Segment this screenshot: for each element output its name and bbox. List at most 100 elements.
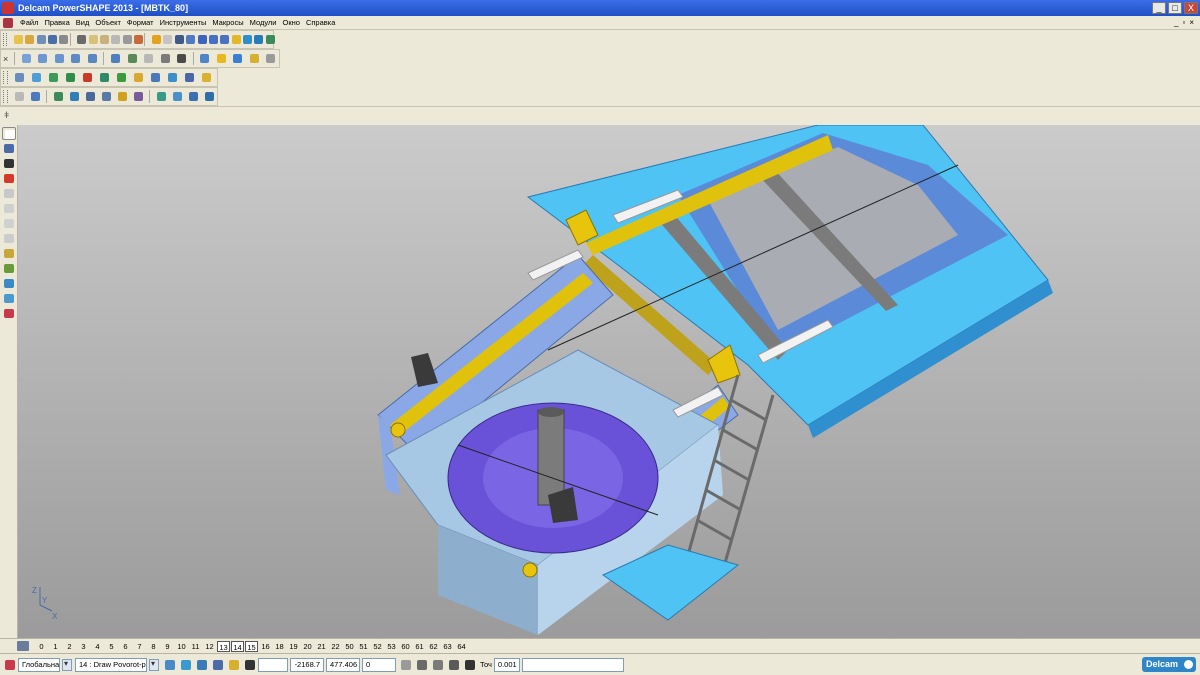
- arrow-select-icon[interactable]: [2, 127, 16, 140]
- redo-icon[interactable]: [160, 32, 173, 47]
- feature-boss-icon[interactable]: [28, 89, 42, 104]
- copy-icon[interactable]: [86, 32, 99, 47]
- model-compare-icon[interactable]: [2, 307, 16, 320]
- level-button[interactable]: 22: [329, 641, 342, 652]
- coord-x-field[interactable]: -2168.7: [290, 657, 324, 672]
- solid-sweep-icon[interactable]: [131, 70, 146, 85]
- solid-sphere-icon[interactable]: [63, 70, 78, 85]
- document-icon[interactable]: [3, 17, 13, 28]
- workplane-icon[interactable]: [3, 658, 17, 672]
- doc-minimize-button[interactable]: _: [1174, 18, 1178, 27]
- tolerance-field[interactable]: 0.001: [493, 657, 520, 672]
- level-button[interactable]: 63: [441, 641, 454, 652]
- tolerance-icon[interactable]: [463, 658, 477, 672]
- view-front-icon[interactable]: [35, 51, 49, 66]
- solid-fillet-icon[interactable]: [165, 70, 180, 85]
- print-icon[interactable]: [56, 32, 69, 47]
- zoom-fit-icon[interactable]: [158, 51, 172, 66]
- level-button[interactable]: 19: [287, 641, 300, 652]
- coord-z-field[interactable]: 0: [362, 657, 396, 672]
- snap-point-icon[interactable]: [179, 658, 193, 672]
- view-top-icon[interactable]: [19, 51, 33, 66]
- view-iso2-icon[interactable]: [85, 51, 99, 66]
- draw-icon[interactable]: [183, 32, 196, 47]
- pan-icon[interactable]: [174, 51, 188, 66]
- circle-icon[interactable]: [206, 32, 219, 47]
- cut-icon[interactable]: [74, 32, 87, 47]
- rotate-icon[interactable]: [108, 51, 122, 66]
- warning-icon[interactable]: [2, 172, 16, 185]
- paste-icon[interactable]: [97, 32, 110, 47]
- component-icon[interactable]: [2, 292, 16, 305]
- level-button[interactable]: 1: [49, 641, 62, 652]
- arc-icon[interactable]: [217, 32, 230, 47]
- solid-shell-icon[interactable]: [199, 70, 214, 85]
- save-icon[interactable]: [34, 32, 47, 47]
- snap-solid-icon[interactable]: [211, 658, 225, 672]
- menu-macros[interactable]: Макросы: [209, 18, 246, 27]
- position-icon[interactable]: [415, 658, 429, 672]
- level-button[interactable]: 18: [273, 641, 286, 652]
- input-mode-field[interactable]: [258, 657, 288, 672]
- level-button[interactable]: 50: [343, 641, 356, 652]
- polar-icon[interactable]: [447, 658, 461, 672]
- curve-icon[interactable]: [2, 187, 16, 200]
- calculator-icon[interactable]: [399, 658, 413, 672]
- delete-icon[interactable]: [120, 32, 133, 47]
- toolbar-grip[interactable]: [3, 71, 8, 84]
- undo-icon[interactable]: [149, 32, 162, 47]
- doc-close-button[interactable]: ×: [1189, 18, 1194, 27]
- feature-draft-icon[interactable]: [131, 89, 145, 104]
- feature-offset-icon[interactable]: [170, 89, 184, 104]
- draw-level-select[interactable]: 14 : Draw Povorot-pl: [75, 657, 147, 672]
- hand-icon[interactable]: [263, 51, 277, 66]
- menu-modules[interactable]: Модули: [247, 18, 280, 27]
- surface-disabled-icon[interactable]: [2, 217, 16, 230]
- toolbar-grip[interactable]: [3, 33, 7, 46]
- solid-cone-icon[interactable]: [46, 70, 61, 85]
- level-button[interactable]: 7: [133, 641, 146, 652]
- feature-pocket-icon[interactable]: [51, 89, 65, 104]
- level-button[interactable]: 14: [231, 640, 244, 652]
- solid-icon[interactable]: [251, 32, 264, 47]
- graphics-viewport[interactable]: Z Y X: [18, 125, 1200, 638]
- open-icon[interactable]: [22, 32, 35, 47]
- preview-icon[interactable]: [108, 32, 121, 47]
- relative-icon[interactable]: [431, 658, 445, 672]
- menu-format[interactable]: Формат: [124, 18, 157, 27]
- level-button[interactable]: 53: [385, 641, 398, 652]
- shade-smooth-icon[interactable]: [230, 51, 244, 66]
- snap-intersect-icon[interactable]: [227, 658, 241, 672]
- level-button[interactable]: 11: [189, 641, 202, 652]
- level-button[interactable]: 60: [399, 641, 412, 652]
- measure-icon[interactable]: [263, 32, 276, 47]
- powershape-app-icon[interactable]: [2, 2, 14, 14]
- solid-block-icon[interactable]: [12, 70, 27, 85]
- feature-thicken-icon[interactable]: [186, 89, 200, 104]
- solid-chamfer-icon[interactable]: [182, 70, 197, 85]
- new-icon[interactable]: [11, 32, 24, 47]
- solid-extrude-icon[interactable]: [97, 70, 112, 85]
- level-button[interactable]: 20: [301, 641, 314, 652]
- toolbar-grip-label[interactable]: ǂ: [4, 110, 9, 120]
- doc-restore-button[interactable]: ▫: [1182, 18, 1185, 27]
- feature-pattern-icon[interactable]: [83, 89, 97, 104]
- menu-file[interactable]: Файл: [17, 18, 41, 27]
- minimize-button[interactable]: _: [1152, 2, 1166, 14]
- snap-grid-icon[interactable]: [163, 658, 177, 672]
- view-iso-icon[interactable]: [68, 51, 82, 66]
- level-button[interactable]: 4: [91, 641, 104, 652]
- solid-disabled-icon[interactable]: [2, 232, 16, 245]
- point-icon[interactable]: [2, 157, 16, 170]
- light-icon[interactable]: [247, 51, 261, 66]
- line-icon[interactable]: [195, 32, 207, 47]
- solid-torus-icon[interactable]: [80, 70, 95, 85]
- level-button[interactable]: 51: [357, 641, 370, 652]
- solid-boolean-icon[interactable]: [148, 70, 163, 85]
- assembly-icon[interactable]: [2, 247, 16, 260]
- close-button[interactable]: X: [1184, 2, 1198, 14]
- level-button[interactable]: 15: [245, 640, 258, 652]
- level-button[interactable]: 3: [77, 641, 90, 652]
- solid-revolve-icon[interactable]: [114, 70, 129, 85]
- workplane-dropdown-icon[interactable]: [62, 658, 72, 671]
